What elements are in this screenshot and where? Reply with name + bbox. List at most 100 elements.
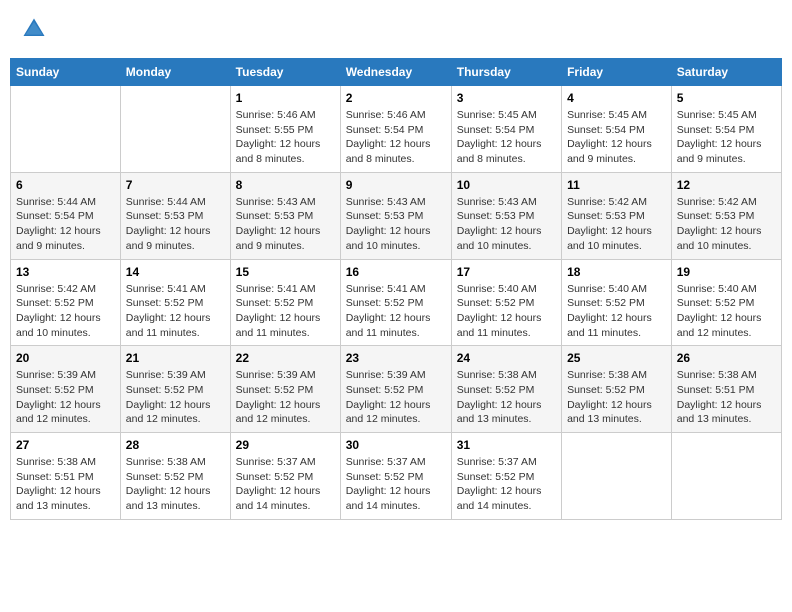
day-info: Sunrise: 5:43 AM Sunset: 5:53 PM Dayligh… <box>346 195 446 254</box>
day-number: 11 <box>567 178 666 192</box>
calendar-cell: 1Sunrise: 5:46 AM Sunset: 5:55 PM Daylig… <box>230 86 340 173</box>
day-info: Sunrise: 5:42 AM Sunset: 5:53 PM Dayligh… <box>567 195 666 254</box>
day-info: Sunrise: 5:42 AM Sunset: 5:53 PM Dayligh… <box>677 195 776 254</box>
calendar-week-row: 20 Sunrise: 5:39 AM Sunset: 5:52 PM Dayli… <box>11 346 782 433</box>
calendar-week-row: 27Sunrise: 5:38 AM Sunset: 5:51 PM Dayli… <box>11 433 782 520</box>
weekday-header-monday: Monday <box>120 59 230 86</box>
day-number: 16 <box>346 265 446 279</box>
day-number: 21 <box>126 351 225 365</box>
calendar-week-row: 6 Sunrise: 5:44 AM Sunset: 5:54 PM Daylig… <box>11 172 782 259</box>
day-info: Sunrise: 5:38 AM Sunset: 5:52 PM Dayligh… <box>567 368 666 427</box>
calendar-cell: 5 Sunrise: 5:45 AM Sunset: 5:54 PM Daylig… <box>671 86 781 173</box>
day-number: 19 <box>677 265 776 279</box>
day-info: Sunrise: 5:46 AM Sunset: 5:54 PM Dayligh… <box>346 108 446 167</box>
day-info: Sunrise: 5:38 AM Sunset: 5:51 PM Dayligh… <box>677 368 776 427</box>
calendar-cell: 7 Sunrise: 5:44 AM Sunset: 5:53 PM Daylig… <box>120 172 230 259</box>
day-number: 7 <box>126 178 225 192</box>
day-number: 23 <box>346 351 446 365</box>
day-info: Sunrise: 5:43 AM Sunset: 5:53 PM Dayligh… <box>457 195 556 254</box>
calendar-cell: 17 Sunrise: 5:40 AM Sunset: 5:52 PM Dayli… <box>451 259 561 346</box>
day-info: Sunrise: 5:38 AM Sunset: 5:52 PM Dayligh… <box>457 368 556 427</box>
day-info: Sunrise: 5:45 AM Sunset: 5:54 PM Dayligh… <box>457 108 556 167</box>
day-number: 30 <box>346 438 446 452</box>
day-info: Sunrise: 5:41 AM Sunset: 5:52 PM Dayligh… <box>236 282 335 341</box>
calendar-cell: 23 Sunrise: 5:39 AM Sunset: 5:52 PM Dayli… <box>340 346 451 433</box>
day-number: 25 <box>567 351 666 365</box>
day-info: Sunrise: 5:39 AM Sunset: 5:52 PM Dayligh… <box>346 368 446 427</box>
day-number: 10 <box>457 178 556 192</box>
day-info: Sunrise: 5:39 AM Sunset: 5:52 PM Dayligh… <box>16 368 115 427</box>
calendar-cell: 16 Sunrise: 5:41 AM Sunset: 5:52 PM Dayli… <box>340 259 451 346</box>
calendar-cell: 11 Sunrise: 5:42 AM Sunset: 5:53 PM Dayli… <box>562 172 672 259</box>
day-number: 27 <box>16 438 115 452</box>
calendar-cell: 26 Sunrise: 5:38 AM Sunset: 5:51 PM Dayli… <box>671 346 781 433</box>
day-number: 31 <box>457 438 556 452</box>
day-number: 22 <box>236 351 335 365</box>
day-info: Sunrise: 5:45 AM Sunset: 5:54 PM Dayligh… <box>677 108 776 167</box>
calendar-cell: 24Sunrise: 5:38 AM Sunset: 5:52 PM Dayli… <box>451 346 561 433</box>
day-number: 12 <box>677 178 776 192</box>
day-info: Sunrise: 5:44 AM Sunset: 5:54 PM Dayligh… <box>16 195 115 254</box>
weekday-header-tuesday: Tuesday <box>230 59 340 86</box>
logo <box>20 15 52 43</box>
weekday-header-saturday: Saturday <box>671 59 781 86</box>
day-info: Sunrise: 5:41 AM Sunset: 5:52 PM Dayligh… <box>126 282 225 341</box>
calendar-cell: 18 Sunrise: 5:40 AM Sunset: 5:52 PM Dayli… <box>562 259 672 346</box>
calendar-cell: 22 Sunrise: 5:39 AM Sunset: 5:52 PM Dayli… <box>230 346 340 433</box>
day-number: 3 <box>457 91 556 105</box>
day-number: 17 <box>457 265 556 279</box>
day-info: Sunrise: 5:45 AM Sunset: 5:54 PM Dayligh… <box>567 108 666 167</box>
calendar-cell: 9 Sunrise: 5:43 AM Sunset: 5:53 PM Daylig… <box>340 172 451 259</box>
calendar-cell: 10 Sunrise: 5:43 AM Sunset: 5:53 PM Dayli… <box>451 172 561 259</box>
day-number: 28 <box>126 438 225 452</box>
calendar-cell: 14 Sunrise: 5:41 AM Sunset: 5:52 PM Dayli… <box>120 259 230 346</box>
day-info: Sunrise: 5:40 AM Sunset: 5:52 PM Dayligh… <box>567 282 666 341</box>
logo-icon <box>20 15 48 43</box>
calendar-cell: 31Sunrise: 5:37 AM Sunset: 5:52 PM Dayli… <box>451 433 561 520</box>
day-number: 14 <box>126 265 225 279</box>
calendar-week-row: 13 Sunrise: 5:42 AM Sunset: 5:52 PM Dayli… <box>11 259 782 346</box>
day-info: Sunrise: 5:37 AM Sunset: 5:52 PM Dayligh… <box>236 455 335 514</box>
day-info: Sunrise: 5:46 AM Sunset: 5:55 PM Dayligh… <box>236 108 335 167</box>
day-info: Sunrise: 5:44 AM Sunset: 5:53 PM Dayligh… <box>126 195 225 254</box>
day-number: 2 <box>346 91 446 105</box>
day-number: 6 <box>16 178 115 192</box>
day-number: 20 <box>16 351 115 365</box>
day-info: Sunrise: 5:39 AM Sunset: 5:52 PM Dayligh… <box>126 368 225 427</box>
calendar-cell: 8 Sunrise: 5:43 AM Sunset: 5:53 PM Daylig… <box>230 172 340 259</box>
day-number: 26 <box>677 351 776 365</box>
page-header <box>10 10 782 48</box>
day-number: 13 <box>16 265 115 279</box>
day-number: 15 <box>236 265 335 279</box>
calendar-cell: 27Sunrise: 5:38 AM Sunset: 5:51 PM Dayli… <box>11 433 121 520</box>
day-number: 9 <box>346 178 446 192</box>
calendar-cell: 6 Sunrise: 5:44 AM Sunset: 5:54 PM Daylig… <box>11 172 121 259</box>
day-info: Sunrise: 5:40 AM Sunset: 5:52 PM Dayligh… <box>457 282 556 341</box>
day-info: Sunrise: 5:37 AM Sunset: 5:52 PM Dayligh… <box>346 455 446 514</box>
calendar-cell: 29 Sunrise: 5:37 AM Sunset: 5:52 PM Dayli… <box>230 433 340 520</box>
calendar-cell <box>562 433 672 520</box>
calendar-cell: 21 Sunrise: 5:39 AM Sunset: 5:52 PM Dayli… <box>120 346 230 433</box>
day-info: Sunrise: 5:40 AM Sunset: 5:52 PM Dayligh… <box>677 282 776 341</box>
day-number: 8 <box>236 178 335 192</box>
calendar-cell: 3 Sunrise: 5:45 AM Sunset: 5:54 PM Daylig… <box>451 86 561 173</box>
calendar-cell <box>120 86 230 173</box>
day-info: Sunrise: 5:39 AM Sunset: 5:52 PM Dayligh… <box>236 368 335 427</box>
day-info: Sunrise: 5:38 AM Sunset: 5:52 PM Dayligh… <box>126 455 225 514</box>
weekday-header-thursday: Thursday <box>451 59 561 86</box>
calendar-cell: 20 Sunrise: 5:39 AM Sunset: 5:52 PM Dayli… <box>11 346 121 433</box>
day-number: 4 <box>567 91 666 105</box>
day-info: Sunrise: 5:43 AM Sunset: 5:53 PM Dayligh… <box>236 195 335 254</box>
day-number: 29 <box>236 438 335 452</box>
weekday-header-row: SundayMondayTuesdayWednesdayThursdayFrid… <box>11 59 782 86</box>
day-info: Sunrise: 5:42 AM Sunset: 5:52 PM Dayligh… <box>16 282 115 341</box>
calendar-cell: 19 Sunrise: 5:40 AM Sunset: 5:52 PM Dayli… <box>671 259 781 346</box>
calendar-cell <box>11 86 121 173</box>
day-number: 5 <box>677 91 776 105</box>
calendar-cell: 15 Sunrise: 5:41 AM Sunset: 5:52 PM Dayli… <box>230 259 340 346</box>
day-number: 18 <box>567 265 666 279</box>
calendar-cell: 25 Sunrise: 5:38 AM Sunset: 5:52 PM Dayli… <box>562 346 672 433</box>
calendar-week-row: 1Sunrise: 5:46 AM Sunset: 5:55 PM Daylig… <box>11 86 782 173</box>
day-info: Sunrise: 5:41 AM Sunset: 5:52 PM Dayligh… <box>346 282 446 341</box>
calendar-table: SundayMondayTuesdayWednesdayThursdayFrid… <box>10 58 782 520</box>
